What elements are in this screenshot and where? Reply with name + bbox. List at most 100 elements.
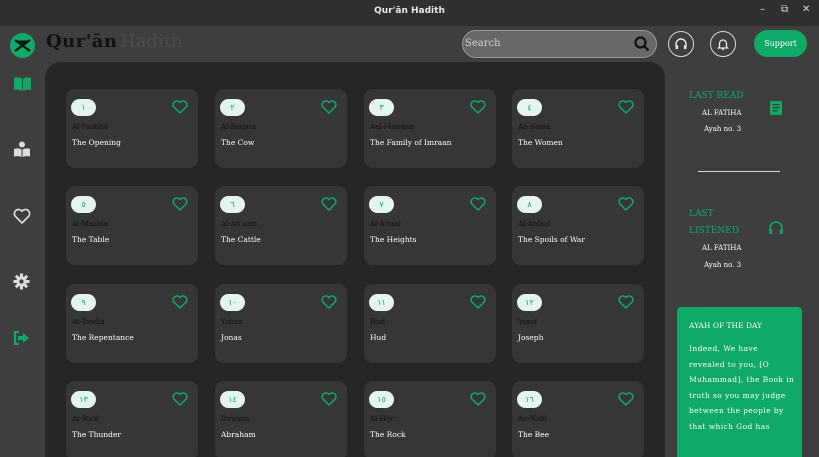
window-title: Qur'ān Hadith — [374, 6, 445, 16]
app-logo — [10, 33, 35, 58]
last-read-surah: AL FATIHA — [702, 109, 742, 117]
sidebar-item-quran[interactable] — [13, 76, 32, 92]
surah-english-name: The Women — [518, 138, 563, 147]
surah-card[interactable]: ٨ Al-Anfaal The Spoils of War — [512, 186, 644, 265]
surah-english-name: The Spoils of War — [518, 235, 585, 244]
heart-icon[interactable] — [618, 295, 634, 309]
last-read-title: LAST READ — [689, 91, 744, 101]
surah-card[interactable]: ٦ Al-An'aam The Cattle — [215, 186, 347, 265]
surah-card[interactable]: ١٠ Yunus Jonas — [215, 284, 347, 363]
surah-grid: ١ Al-Faatiha The Opening ٢ Al-Baqara The Cow ٣… — [45, 62, 665, 457]
notifications-button[interactable] — [710, 31, 736, 57]
surah-number-badge: ١٤ — [220, 391, 245, 408]
surah-number-badge: ١٣ — [71, 391, 96, 408]
audio-button[interactable] — [668, 31, 694, 57]
surah-english-name: Hud — [370, 333, 387, 342]
heart-icon[interactable] — [321, 392, 337, 406]
app-header: Qur'ān Hadith Search Support — [0, 26, 819, 62]
surah-arabic-name: Ar-Ra'd — [72, 415, 99, 423]
support-button[interactable]: Support — [754, 30, 807, 57]
surah-card[interactable]: ١٢ Yusuf Joseph — [512, 284, 644, 363]
surah-card[interactable]: ٧ Al-A'raaf The Heights — [364, 186, 496, 265]
surah-card[interactable]: ١٣ Ar-Ra'd The Thunder — [66, 381, 198, 457]
heart-icon[interactable] — [470, 295, 486, 309]
sidebar-item-settings[interactable] — [13, 273, 30, 290]
heart-icon[interactable] — [321, 100, 337, 114]
sidebar-item-logout[interactable] — [13, 331, 31, 345]
heart-icon[interactable] — [172, 392, 188, 406]
surah-card[interactable]: ٢ Al-Baqara The Cow — [215, 89, 347, 168]
brand-subtitle: Hadith — [120, 31, 183, 52]
surah-english-name: The Repentance — [72, 333, 134, 342]
ayah-of-the-day-card: AYAH OF THE DAY Indeed, We have revealed… — [677, 307, 802, 457]
minimize-button[interactable]: – — [760, 4, 765, 15]
heart-icon[interactable] — [618, 392, 634, 406]
surah-card[interactable]: ١ Al-Faatiha The Opening — [66, 89, 198, 168]
search-icon[interactable] — [634, 36, 650, 52]
heart-icon[interactable] — [470, 100, 486, 114]
maximize-button[interactable]: ⧉ — [781, 4, 788, 15]
surah-arabic-name: Al-Maaida — [72, 220, 109, 228]
heart-icon[interactable] — [618, 197, 634, 211]
panel-divider — [698, 171, 780, 172]
surah-arabic-name: Al-An'aam — [221, 220, 258, 228]
last-listened-ayah: Ayah no. 3 — [704, 261, 742, 269]
surah-arabic-name: Yusuf — [518, 318, 538, 326]
surah-number-badge: ٤ — [517, 99, 542, 116]
last-listened-surah: AL FATIHA — [702, 244, 742, 252]
ayah-of-the-day-title: AYAH OF THE DAY — [689, 321, 763, 330]
surah-arabic-name: Al-Faatiha — [72, 123, 109, 131]
surah-number-badge: ١٢ — [517, 294, 542, 311]
heart-icon[interactable] — [172, 197, 188, 211]
surah-english-name: The Bee — [518, 430, 550, 439]
surah-arabic-name: An-Nahl — [518, 415, 547, 423]
heart-icon[interactable] — [321, 197, 337, 211]
last-listened-title-line2: LISTENED — [689, 226, 739, 236]
heart-icon[interactable] — [172, 100, 188, 114]
sidebar-item-favorites[interactable] — [13, 208, 31, 224]
headphones-icon[interactable] — [768, 221, 784, 235]
ayah-of-the-day-text: Indeed, We have revealed to you, [O Muha… — [689, 344, 795, 431]
surah-english-name: The Thunder — [72, 430, 121, 439]
surah-number-badge: ١١ — [369, 294, 394, 311]
right-panel: LAST READ AL FATIHA Ayah no. 3 LAST LIST… — [665, 62, 819, 457]
surah-arabic-name: Al-Baqara — [221, 123, 257, 131]
surah-number-badge: ٦ — [220, 196, 245, 213]
surah-english-name: Joseph — [518, 333, 544, 342]
surah-arabic-name: Aal-i-Imraan — [370, 123, 415, 131]
surah-card[interactable]: ١١ Hud Hud — [364, 284, 496, 363]
sidebar-item-hadith[interactable] — [13, 141, 31, 158]
surah-card[interactable]: ٣ Aal-i-Imraan The Family of Imraan — [364, 89, 496, 168]
heart-icon[interactable] — [321, 295, 337, 309]
last-listened-title-line1: LAST — [689, 209, 714, 219]
surah-number-badge: ١٠ — [220, 294, 245, 311]
surah-card[interactable]: ١٥ Al-Hijr The Rock — [364, 381, 496, 457]
surah-number-badge: ٥ — [71, 196, 96, 213]
heart-icon[interactable] — [470, 197, 486, 211]
surah-english-name: The Heights — [370, 235, 417, 244]
surah-arabic-name: At-Tawba — [72, 318, 105, 326]
close-button[interactable]: ✕ — [802, 4, 810, 15]
search-bar[interactable]: Search — [462, 30, 657, 58]
surah-number-badge: ٣ — [369, 99, 394, 116]
bell-icon — [716, 39, 730, 51]
surah-number-badge: ٢ — [220, 99, 245, 116]
surah-card[interactable]: ٩ At-Tawba The Repentance — [66, 284, 198, 363]
surah-card[interactable]: ١٦ An-Nahl The Bee — [512, 381, 644, 457]
surah-arabic-name: Al-Hijr — [370, 415, 394, 423]
heart-icon[interactable] — [470, 392, 486, 406]
heart-icon[interactable] — [172, 295, 188, 309]
book-stand-icon — [14, 39, 31, 52]
search-input[interactable]: Search — [465, 38, 501, 49]
surah-number-badge: ٩ — [71, 294, 96, 311]
book-icon[interactable] — [769, 100, 783, 116]
surah-number-badge: ١ — [71, 99, 96, 116]
surah-arabic-name: Yunus — [221, 318, 243, 326]
surah-card[interactable]: ٥ Al-Maaida The Table — [66, 186, 198, 265]
surah-arabic-name: Hud — [370, 318, 386, 326]
surah-english-name: The Family of Imraan — [370, 138, 452, 147]
surah-card[interactable]: ١٤ Ibrahim Abraham — [215, 381, 347, 457]
surah-arabic-name: Al-Anfaal — [518, 220, 551, 228]
heart-icon[interactable] — [618, 100, 634, 114]
surah-card[interactable]: ٤ An-Nisaa The Women — [512, 89, 644, 168]
